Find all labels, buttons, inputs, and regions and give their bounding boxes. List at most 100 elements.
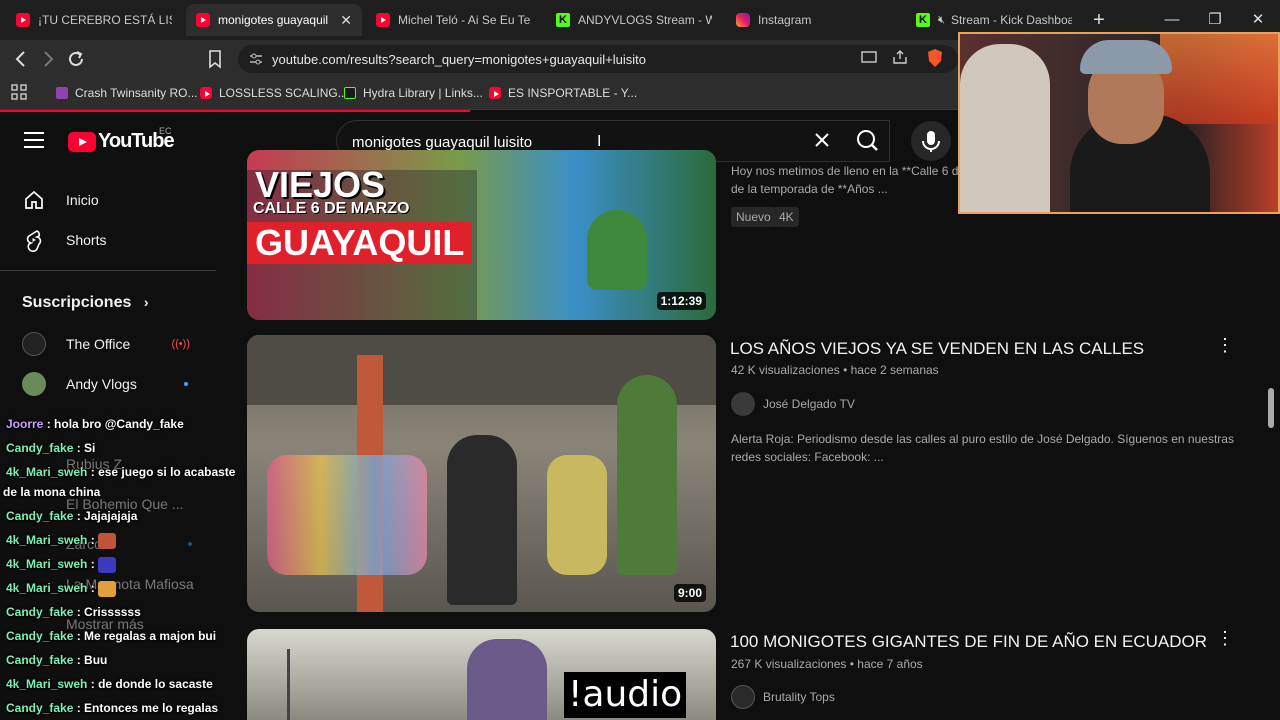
youtube-favicon-icon xyxy=(489,87,501,99)
window-close-button[interactable]: ✕ xyxy=(1246,8,1270,32)
forward-button[interactable] xyxy=(37,48,59,70)
video-thumbnail-1[interactable]: VIEJOS CALLE 6 DE MARZO GUAYAQUIL 1:12:3… xyxy=(247,150,716,320)
avatar xyxy=(22,332,46,356)
chat-emote-icon xyxy=(98,581,117,597)
subscription-the-office[interactable]: The Office ((•)) xyxy=(22,326,202,362)
bookmark-hydra-library[interactable]: Hydra Library | Links... xyxy=(344,86,483,100)
chat-message: Candy_fake : Crissssss xyxy=(6,605,141,619)
chat-username: 4k_Mari_sweh xyxy=(6,581,88,596)
apps-grid-icon[interactable] xyxy=(8,83,30,105)
chat-separator: : xyxy=(73,629,85,643)
video-duration: 9:00 xyxy=(673,584,706,602)
chat-separator: : xyxy=(87,557,99,572)
chat-separator: : xyxy=(73,605,85,619)
tab-label: Michel Teló - Ai Se Eu Te Pe xyxy=(398,13,532,27)
country-code: EC xyxy=(159,126,172,136)
bookmark-es-insportable[interactable]: ES INSPORTABLE - Y... xyxy=(489,86,637,100)
hydra-favicon-icon xyxy=(344,87,356,99)
thumbnail-text: CALLE 6 DE MARZO xyxy=(253,200,410,217)
channel-avatar xyxy=(731,685,755,709)
reload-button[interactable] xyxy=(65,48,87,70)
badge-4k: 4K xyxy=(774,207,799,227)
new-tab-button[interactable]: + xyxy=(1087,8,1111,32)
forward-arrow-icon xyxy=(44,51,54,67)
search-query-text: monigotes guayaquil luisito xyxy=(352,134,533,151)
chat-separator: : xyxy=(87,581,99,596)
back-button[interactable] xyxy=(10,48,32,70)
webcam-poster xyxy=(1160,34,1278,124)
hamburger-menu-icon[interactable] xyxy=(24,132,44,148)
tab-andyvlogs[interactable]: K ANDYVLOGS Stream - Watc xyxy=(546,4,722,36)
subscription-label: The Office xyxy=(66,336,131,352)
chat-username: Candy_fake xyxy=(6,629,74,643)
bookmark-lossless-scaling[interactable]: LOSSLESS SCALING... xyxy=(200,86,348,100)
site-settings-icon[interactable] xyxy=(248,51,264,67)
close-tab-icon[interactable]: ✕ xyxy=(340,12,352,29)
shorts-icon xyxy=(26,230,42,252)
minimize-button[interactable]: — xyxy=(1160,8,1184,32)
search-button[interactable] xyxy=(846,120,890,162)
channel-link[interactable]: José Delgado TV xyxy=(731,392,855,416)
voice-search-button[interactable] xyxy=(911,121,951,161)
text-cursor-icon: I xyxy=(597,133,602,150)
chat-separator: : xyxy=(73,701,85,715)
home-icon xyxy=(25,190,43,209)
chat-message: Candy_fake : Entonces me lo regalas xyxy=(6,701,218,715)
restore-button[interactable]: ❐ xyxy=(1203,8,1227,32)
chat-text: Crissssss xyxy=(84,605,141,619)
bookmark-crash-twinsanity[interactable]: Crash Twinsanity RO... xyxy=(56,86,197,100)
video-meta: 42 K visualizaciones • hace 2 semanas xyxy=(731,363,939,377)
tab-michel-telo[interactable]: Michel Teló - Ai Se Eu Te Pe xyxy=(366,4,542,36)
subscription-andy-vlogs[interactable]: Andy Vlogs xyxy=(22,366,202,402)
webcam-overlay xyxy=(958,32,1280,214)
chat-username: 4k_Mari_sweh xyxy=(6,533,88,548)
clear-search-icon[interactable] xyxy=(810,130,834,154)
chat-username: 4k_Mari_sweh xyxy=(6,677,88,691)
sidebar-divider xyxy=(0,270,216,271)
thumbnail-soldier-figure xyxy=(617,375,677,575)
tab-instagram[interactable]: Instagram xyxy=(726,4,902,36)
live-icon: ((•)) xyxy=(171,338,190,350)
subscription-label: Andy Vlogs xyxy=(66,376,137,392)
tab-brain[interactable]: ¡TU CEREBRO ESTÁ LISTO? ( xyxy=(6,4,182,36)
tab-label: ANDYVLOGS Stream - Watc xyxy=(578,13,712,27)
chat-message: 4k_Mari_sweh : xyxy=(6,581,117,597)
video-title[interactable]: LOS AÑOS VIEJOS YA SE VENDEN EN LAS CALL… xyxy=(730,339,1144,359)
bookmark-label: Crash Twinsanity RO... xyxy=(75,86,198,100)
upload-age: hace 7 años xyxy=(857,657,923,671)
bookmark-button[interactable] xyxy=(204,48,226,70)
channel-avatar xyxy=(731,392,755,416)
meta-separator: • xyxy=(843,363,848,377)
youtube-favicon-icon xyxy=(200,87,212,99)
address-bar[interactable]: youtube.com/results?search_query=monigot… xyxy=(238,45,958,73)
cast-icon[interactable] xyxy=(858,48,880,70)
chat-separator: : xyxy=(73,653,85,667)
sidebar-item-inicio[interactable]: Inicio xyxy=(12,180,216,220)
chat-text: Me regalas a majon bui xyxy=(84,629,217,643)
sidebar-item-shorts[interactable]: Shorts xyxy=(12,220,216,260)
page-scrollbar[interactable] xyxy=(1268,388,1274,428)
chat-text: Buu xyxy=(84,653,108,667)
chat-username: Candy_fake xyxy=(6,701,74,715)
chat-message: Joorre : hola bro @Candy_fake xyxy=(6,417,184,431)
sidebar-item-label: Shorts xyxy=(66,232,107,248)
video-thumbnail-2[interactable]: 9:00 xyxy=(247,335,716,612)
video-title[interactable]: 100 MONIGOTES GIGANTES DE FIN DE AÑO EN … xyxy=(730,632,1207,652)
share-icon[interactable] xyxy=(889,48,911,70)
youtube-logo[interactable]: YouTube EC xyxy=(68,126,175,153)
brave-shield-icon[interactable] xyxy=(924,48,946,70)
chat-message: Candy_fake : Me regalas a majon bui xyxy=(6,629,216,643)
new-content-dot xyxy=(184,382,188,386)
subscriptions-header[interactable]: Suscripciones › xyxy=(22,294,149,312)
more-actions-icon[interactable]: ⋮ xyxy=(1213,626,1237,650)
chat-message: Candy_fake : Jajajajaja xyxy=(6,509,137,523)
chat-separator: : xyxy=(87,465,99,479)
chat-message: 4k_Mari_sweh : ese juego si lo acabaste xyxy=(6,465,235,479)
channel-link[interactable]: Brutality Tops xyxy=(731,685,835,709)
tab-label: monigotes guayaquil xyxy=(218,13,329,27)
tab-monigotes[interactable]: monigotes guayaquil ✕ xyxy=(186,4,362,36)
more-actions-icon[interactable]: ⋮ xyxy=(1213,333,1237,357)
subscriptions-header-label: Suscripciones xyxy=(22,294,132,311)
video-description: Hoy nos metimos de lleno en la **Calle 6… xyxy=(731,162,961,198)
badge-nuevo: Nuevo xyxy=(731,207,776,227)
